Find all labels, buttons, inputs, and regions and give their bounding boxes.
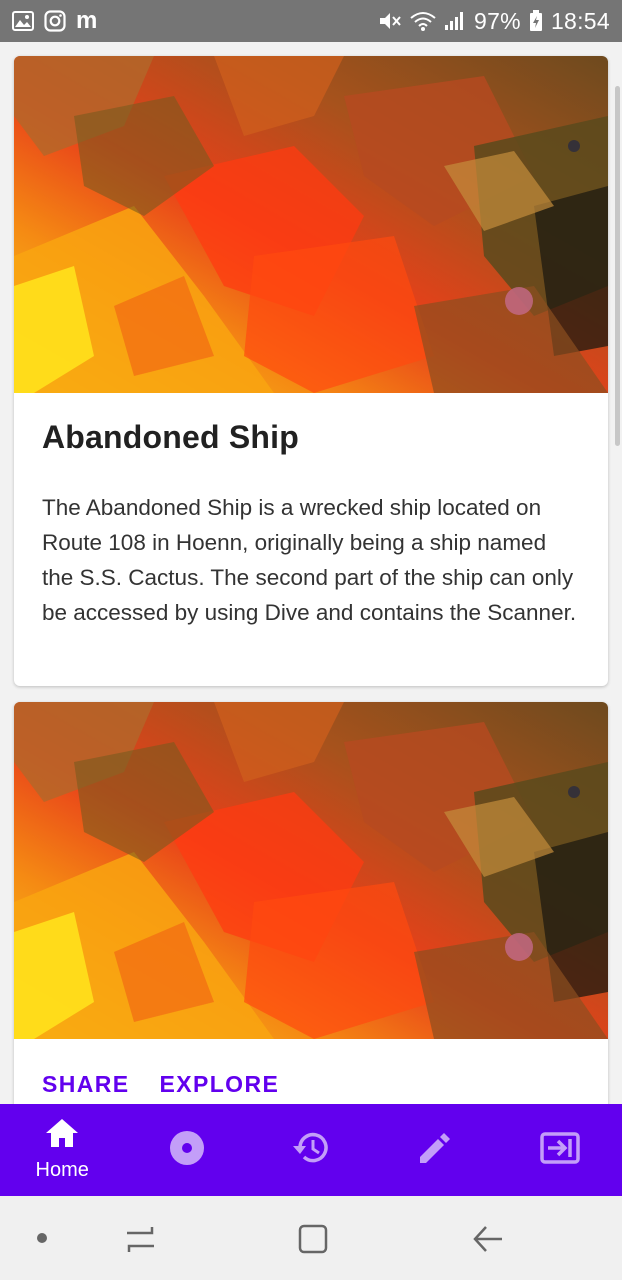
place-card[interactable]: Abandoned Ship The Abandoned Ship is a w… [14,56,608,686]
instagram-icon [44,10,66,32]
dot-icon[interactable] [36,1232,48,1244]
history-icon [292,1131,330,1170]
share-button[interactable]: SHARE [42,1071,130,1098]
nav-history[interactable] [249,1104,373,1196]
wifi-icon [410,10,436,32]
recent-apps-icon[interactable] [126,1224,156,1254]
explore-button[interactable]: EXPLORE [160,1071,280,1098]
card-description: The Abandoned Ship is a wrecked ship loc… [42,495,577,625]
signal-icon [444,11,466,31]
home-button-icon[interactable] [298,1224,328,1254]
card-feed[interactable]: Abandoned Ship The Abandoned Ship is a w… [0,42,622,1104]
card-title: Abandoned Ship [42,419,300,455]
mute-icon [378,10,402,32]
back-icon[interactable] [472,1224,504,1254]
nav-edit[interactable] [373,1104,497,1196]
exit-icon [540,1131,580,1169]
gmail-icon: m [76,7,98,34]
nav-exit[interactable] [498,1104,622,1196]
edit-icon [418,1131,452,1170]
card-actions: SHARE EXPLORE [14,1039,608,1098]
nav-disc[interactable] [124,1104,248,1196]
card-body: Abandoned Ship The Abandoned Ship is a w… [14,393,608,630]
nav-home-label: Home [35,1159,89,1181]
system-navigation-bar [0,1196,622,1280]
nav-home[interactable]: Home [0,1104,124,1196]
gallery-icon [12,11,34,31]
disc-icon [169,1130,205,1171]
status-bar: m 97% 18:54 [0,0,622,42]
battery-icon [529,10,543,32]
status-time: 18:54 [550,7,610,34]
bottom-navigation: Home [0,1104,622,1196]
card-image [14,702,608,1039]
status-left: m [12,7,97,35]
scrollbar[interactable] [615,86,620,446]
status-right: 97% 18:54 [378,8,610,35]
home-icon [45,1118,79,1153]
battery-percentage: 97% [474,7,521,34]
media-card[interactable]: SHARE EXPLORE [14,702,608,1104]
card-image [14,56,608,393]
